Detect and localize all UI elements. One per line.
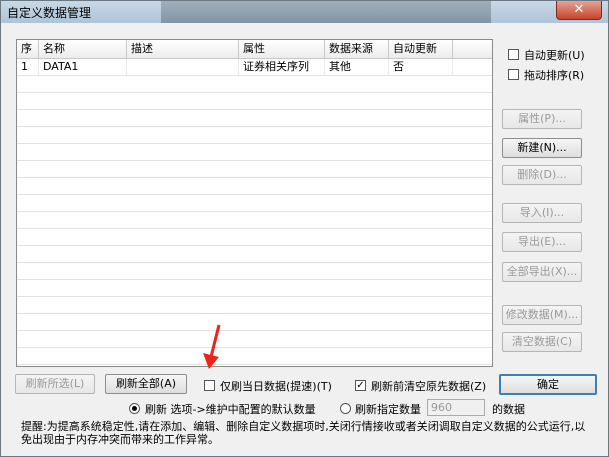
close-icon: ✕ — [573, 2, 585, 17]
table-row — [17, 144, 492, 161]
table-row — [17, 331, 492, 348]
today-only-checkbox[interactable] — [204, 380, 215, 391]
clear-data-button[interactable]: 清空数据(C) — [502, 332, 582, 352]
table-row — [17, 212, 492, 229]
column-header-source[interactable]: 数据来源 — [325, 40, 389, 58]
ok-button[interactable]: 确定 — [499, 374, 597, 395]
table-row — [17, 263, 492, 280]
column-header-desc[interactable]: 描述 — [127, 40, 239, 58]
today-only-label: 仅刷当日数据(提速)(T) — [220, 380, 332, 393]
refresh-count-input[interactable]: 960 — [427, 399, 485, 416]
cell-seq: 1 — [17, 59, 39, 75]
import-button[interactable]: 导入(I)... — [502, 203, 582, 223]
delete-button[interactable]: 删除(D)... — [502, 165, 582, 185]
refresh-default-radio[interactable] — [129, 403, 140, 414]
new-button[interactable]: 新建(N)... — [502, 138, 582, 158]
refresh-all-button[interactable]: 刷新全部(A) — [105, 374, 187, 394]
stability-tip-text: 提醒:为提高系统稳定性,请在添加、编辑、删除自定义数据项时,关闭行情接收或者关闭… — [21, 420, 586, 446]
column-header-auto-update[interactable]: 自动更新 — [389, 40, 453, 58]
table-row — [17, 314, 492, 331]
data-grid[interactable]: 序 名称 描述 属性 数据来源 自动更新 1 DATA1 证券相关序列 其他 否 — [16, 39, 493, 367]
table-row — [17, 229, 492, 246]
column-header-attr[interactable]: 属性 — [239, 40, 325, 58]
column-header-seq[interactable]: 序 — [17, 40, 39, 58]
refresh-count-label: 刷新指定数量 — [355, 403, 421, 416]
table-row — [17, 348, 492, 365]
custom-data-manager-dialog: 自定义数据管理 ✕ 序 名称 描述 属性 数据来源 自动更新 1 DATA1 证… — [0, 0, 609, 457]
table-row — [17, 280, 492, 297]
drag-sort-label: 拖动排序(R) — [524, 69, 585, 82]
drag-sort-checkbox[interactable] — [508, 69, 519, 80]
modify-data-button[interactable]: 修改数据(M)... — [502, 305, 582, 325]
title-bar: 自定义数据管理 ✕ — [1, 1, 608, 23]
table-row — [17, 127, 492, 144]
clear-before-refresh-checkbox[interactable]: ✓ — [355, 380, 366, 391]
cell-auto-update: 否 — [389, 59, 453, 75]
table-row — [17, 195, 492, 212]
table-row — [17, 297, 492, 314]
cell-name: DATA1 — [39, 59, 127, 75]
table-row — [17, 178, 492, 195]
export-button[interactable]: 导出(E)... — [502, 232, 582, 252]
table-row — [17, 246, 492, 263]
refresh-selected-button[interactable]: 刷新所选(L) — [15, 374, 95, 394]
clear-before-refresh-label: 刷新前清空原先数据(Z) — [371, 380, 487, 393]
table-row — [17, 161, 492, 178]
red-arrow-annotation-icon — [203, 324, 221, 369]
export-all-button[interactable]: 全部导出(X)... — [502, 262, 582, 282]
cell-desc — [127, 59, 239, 75]
refresh-default-label: 刷新 选项->维护中配置的默认数量 — [145, 403, 316, 416]
refresh-count-radio[interactable] — [340, 403, 351, 414]
table-row — [17, 110, 492, 127]
table-row[interactable]: 1 DATA1 证券相关序列 其他 否 — [17, 59, 492, 76]
auto-update-label: 自动更新(U) — [524, 49, 585, 62]
table-row — [17, 76, 492, 93]
cell-attr: 证券相关序列 — [239, 59, 325, 75]
window-title: 自定义数据管理 — [7, 6, 92, 20]
refresh-count-suffix: 的数据 — [492, 403, 525, 416]
grid-header: 序 名称 描述 属性 数据来源 自动更新 — [17, 40, 492, 59]
close-button[interactable]: ✕ — [556, 1, 602, 20]
auto-update-checkbox[interactable] — [508, 49, 519, 60]
table-row — [17, 93, 492, 110]
background-window-ghost — [161, 1, 491, 23]
column-header-name[interactable]: 名称 — [39, 40, 127, 58]
properties-button[interactable]: 属性(P)... — [502, 109, 582, 129]
cell-source: 其他 — [325, 59, 389, 75]
